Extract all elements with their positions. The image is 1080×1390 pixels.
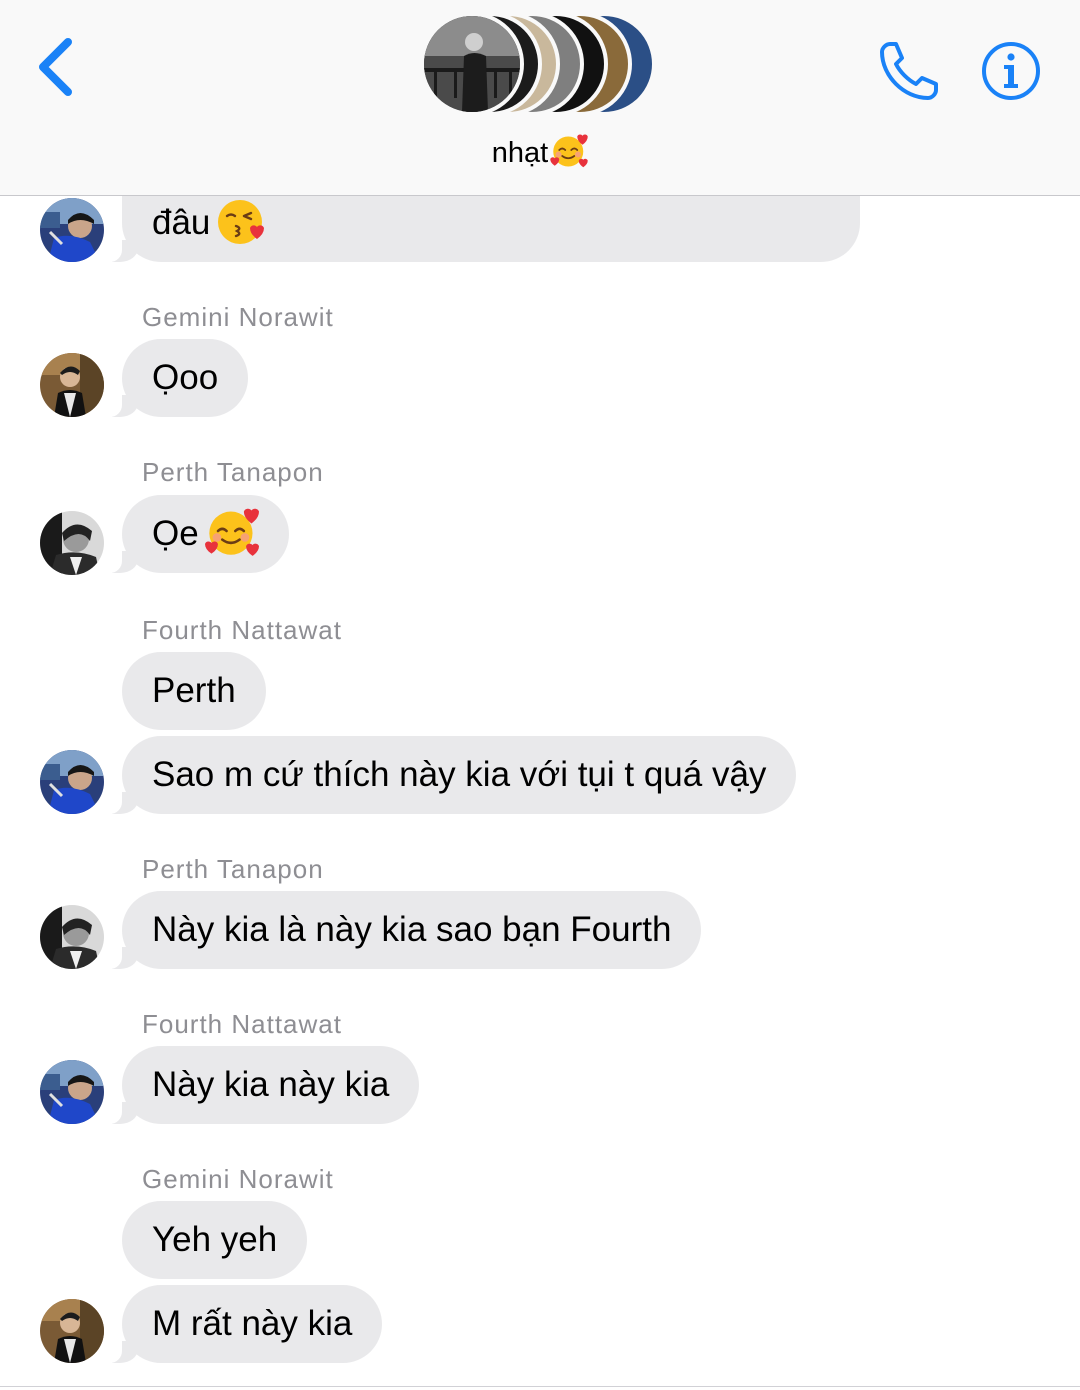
message-bubble[interactable]: M rất này kia — [95, 1285, 383, 1363]
conversation-header: nhạt — [0, 0, 1080, 196]
composer-divider — [0, 1386, 1080, 1387]
avatar-gemini[interactable] — [40, 1299, 104, 1363]
avatar-fourth[interactable] — [40, 1060, 104, 1124]
message-bubble[interactable]: Ọe — [96, 495, 289, 573]
back-button[interactable] — [28, 32, 88, 102]
message-text: Này kia là này kia sao bạn Fourth — [152, 910, 672, 949]
phone-icon — [880, 42, 938, 100]
smiling-face-with-hearts-icon — [549, 132, 589, 176]
message-bubble[interactable]: Yeh yeh — [122, 1201, 308, 1279]
message-text: đâu — [152, 203, 211, 242]
message-text: Ọe — [152, 514, 199, 553]
message-list[interactable]: đâu Gemini Norawit Ọoo Perth Tanapon Ọe … — [0, 0, 1080, 1390]
call-button[interactable] — [876, 38, 942, 104]
avatar-perth[interactable] — [40, 905, 104, 969]
sender-name: Fourth Nattawat — [142, 615, 342, 645]
message-text: Ọoo — [152, 358, 219, 397]
message-bubble[interactable]: Này kia là này kia sao bạn Fourth — [95, 891, 702, 969]
group-name-text: nhạt — [491, 137, 549, 169]
message-text: Sao m cứ thích này kia với tụi t quá vậy — [152, 755, 767, 794]
sender-name: Fourth Nattawat — [142, 1009, 342, 1039]
group-name[interactable]: nhạt — [0, 132, 1080, 176]
info-icon — [982, 42, 1040, 100]
sender-name: Gemini Norawit — [142, 302, 334, 332]
message-text: Perth — [152, 671, 236, 710]
avatar-gemini[interactable] — [40, 353, 104, 417]
face-blowing-kiss-icon — [216, 196, 266, 274]
sender-name: Perth Tanapon — [142, 854, 324, 884]
message-bubble[interactable]: Sao m cứ thích này kia với tụi t quá vậy — [95, 736, 797, 814]
avatar-fourth[interactable] — [40, 198, 104, 262]
avatar-perth[interactable] — [40, 511, 104, 575]
message-text: Này kia này kia — [152, 1065, 390, 1104]
chevron-left-icon — [39, 38, 72, 96]
message-text: Yeh yeh — [152, 1220, 278, 1259]
sender-name: Perth Tanapon — [142, 457, 324, 487]
smiling-face-with-hearts-icon — [203, 505, 260, 585]
message-bubble[interactable]: Perth — [122, 652, 266, 730]
message-bubble[interactable]: Ọoo — [95, 339, 249, 417]
info-button[interactable] — [980, 40, 1042, 102]
member-avatar — [420, 12, 524, 116]
avatar-fourth[interactable] — [40, 750, 104, 814]
message-bubble[interactable]: Này kia này kia — [95, 1046, 420, 1124]
sender-name: Gemini Norawit — [142, 1164, 334, 1194]
group-avatar-stack[interactable] — [416, 8, 666, 120]
message-text: M rất này kia — [152, 1304, 353, 1343]
